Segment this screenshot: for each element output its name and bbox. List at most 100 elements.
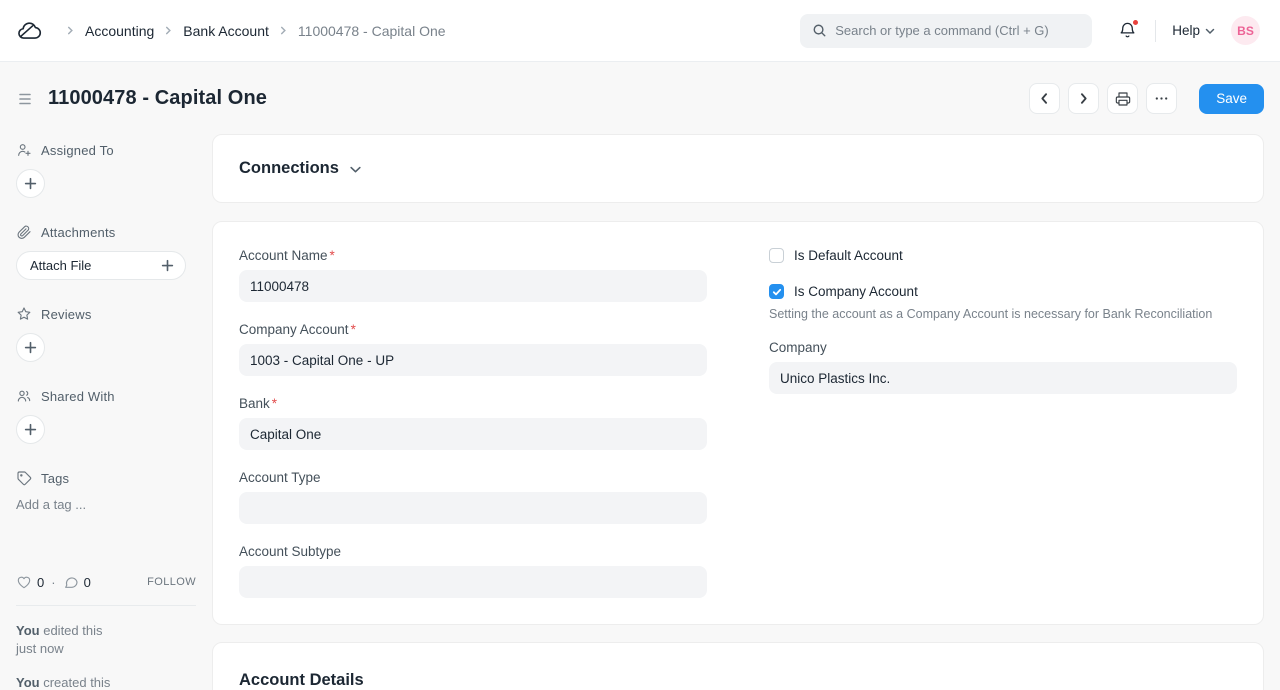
add-review-button[interactable] [16, 333, 45, 362]
separator-dot: · [51, 575, 55, 590]
star-icon [16, 306, 32, 322]
reviews-label: Reviews [41, 307, 92, 322]
is-company-account-checkbox-row[interactable]: Is Company Account [769, 284, 1237, 299]
comments-count: 0 [84, 575, 91, 590]
field-label: Company Account [239, 322, 349, 337]
field-label: Account Subtype [239, 544, 341, 559]
sidebar-toggle-button[interactable] [16, 88, 38, 110]
chevron-right-icon [279, 26, 288, 35]
connections-section: Connections [212, 134, 1264, 203]
app-logo[interactable] [16, 18, 42, 44]
add-assignment-button[interactable] [16, 169, 45, 198]
account-details-section: Account Details [212, 642, 1264, 690]
notification-dot [1132, 19, 1139, 26]
paperclip-icon [16, 224, 32, 240]
activity-time: just now [16, 640, 196, 658]
field-company-account: Company Account* 1003 - Capital One - UP [239, 322, 707, 376]
ellipsis-icon [1154, 91, 1169, 106]
field-bank: Bank* Capital One [239, 396, 707, 450]
chevron-right-icon [66, 26, 75, 35]
global-search[interactable] [800, 14, 1092, 48]
search-icon [812, 23, 827, 38]
shared-with-section: Shared With [16, 388, 196, 444]
required-marker: * [351, 322, 356, 337]
account-details-toggle[interactable]: Account Details [239, 671, 1237, 690]
activity-actor: You [16, 675, 40, 690]
shared-with-label: Shared With [41, 389, 115, 404]
company-input[interactable]: Unico Plastics Inc. [769, 362, 1237, 394]
breadcrumb-bank-account[interactable]: Bank Account [183, 23, 269, 39]
reviews-section: Reviews [16, 306, 196, 362]
save-button[interactable]: Save [1199, 84, 1264, 114]
breadcrumb-current-record: 11000478 - Capital One [298, 23, 446, 39]
engagement-row: 0 · 0 FOLLOW [16, 574, 196, 590]
help-label: Help [1172, 23, 1200, 38]
print-button[interactable] [1107, 83, 1138, 114]
more-options-button[interactable] [1146, 83, 1177, 114]
field-label: Bank [239, 396, 270, 411]
notifications-button[interactable] [1118, 21, 1137, 40]
assigned-to-section: Assigned To [16, 142, 196, 198]
account-name-input[interactable]: 11000478 [239, 270, 707, 302]
bank-input[interactable]: Capital One [239, 418, 707, 450]
account-type-input[interactable] [239, 492, 707, 524]
attach-file-button[interactable]: Attach File [16, 251, 186, 280]
field-account-name: Account Name* 11000478 [239, 248, 707, 302]
cloud-logo-icon [16, 18, 42, 44]
follow-button[interactable]: FOLLOW [147, 576, 196, 588]
attachments-section: Attachments Attach File [16, 224, 196, 280]
chevron-down-icon [349, 163, 362, 176]
navbar-divider [1155, 20, 1156, 42]
printer-icon [1115, 91, 1131, 107]
page-title: 11000478 - Capital One [48, 87, 267, 110]
user-avatar[interactable]: BS [1231, 16, 1260, 45]
comment-icon [63, 574, 79, 590]
is-company-account-checkbox[interactable] [769, 284, 784, 299]
company-account-description: Setting the account as a Company Account… [769, 306, 1237, 323]
tag-icon [16, 470, 32, 486]
checkbox-label: Is Default Account [794, 248, 903, 263]
chevron-down-icon [1205, 26, 1215, 36]
form-left-column: Account Name* 11000478 Company Account* … [239, 248, 707, 598]
field-label: Account Type [239, 470, 321, 485]
plus-icon [161, 259, 174, 272]
activity-actor: You [16, 623, 40, 638]
is-default-account-checkbox-row[interactable]: Is Default Account [769, 248, 1237, 263]
attachments-label: Attachments [41, 225, 115, 240]
add-share-button[interactable] [16, 415, 45, 444]
is-default-account-checkbox[interactable] [769, 248, 784, 263]
required-marker: * [272, 396, 277, 411]
previous-record-button[interactable] [1029, 83, 1060, 114]
add-tag-input[interactable]: Add a tag ... [16, 497, 196, 512]
next-record-button[interactable] [1068, 83, 1099, 114]
activity-action: created this [43, 675, 110, 690]
page-header: 11000478 - Capital One Save [0, 62, 1280, 134]
top-navbar: Accounting Bank Account 11000478 - Capit… [0, 0, 1280, 62]
account-subtype-input[interactable] [239, 566, 707, 598]
tags-label: Tags [41, 471, 69, 486]
breadcrumb-accounting[interactable]: Accounting [85, 23, 154, 39]
field-account-subtype: Account Subtype [239, 544, 707, 598]
help-menu[interactable]: Help [1172, 23, 1215, 38]
users-icon [16, 388, 32, 404]
required-marker: * [330, 248, 335, 263]
chevron-right-icon [164, 26, 173, 35]
field-account-type: Account Type [239, 470, 707, 524]
like-button[interactable]: 0 [16, 574, 44, 590]
checkbox-label: Is Company Account [794, 284, 918, 299]
field-company: Company Unico Plastics Inc. [769, 340, 1237, 394]
heart-icon [16, 574, 32, 590]
form-right-column: Is Default Account Is Company Account Se… [769, 248, 1237, 598]
document-sidebar: Assigned To Attachments Attach File [0, 134, 212, 690]
company-account-input[interactable]: 1003 - Capital One - UP [239, 344, 707, 376]
activity-action: edited this [43, 623, 102, 638]
connections-title: Connections [239, 159, 339, 178]
form-main-area: Connections Account Name* 11000478 Compa… [212, 134, 1280, 690]
search-input[interactable] [835, 23, 1080, 38]
activity-edited: You edited this just now [16, 622, 196, 658]
attach-file-label: Attach File [30, 258, 91, 273]
assigned-to-label: Assigned To [41, 143, 114, 158]
connections-toggle[interactable]: Connections [239, 159, 1237, 178]
account-details-title: Account Details [239, 671, 364, 690]
comments-button[interactable]: 0 [63, 574, 91, 590]
